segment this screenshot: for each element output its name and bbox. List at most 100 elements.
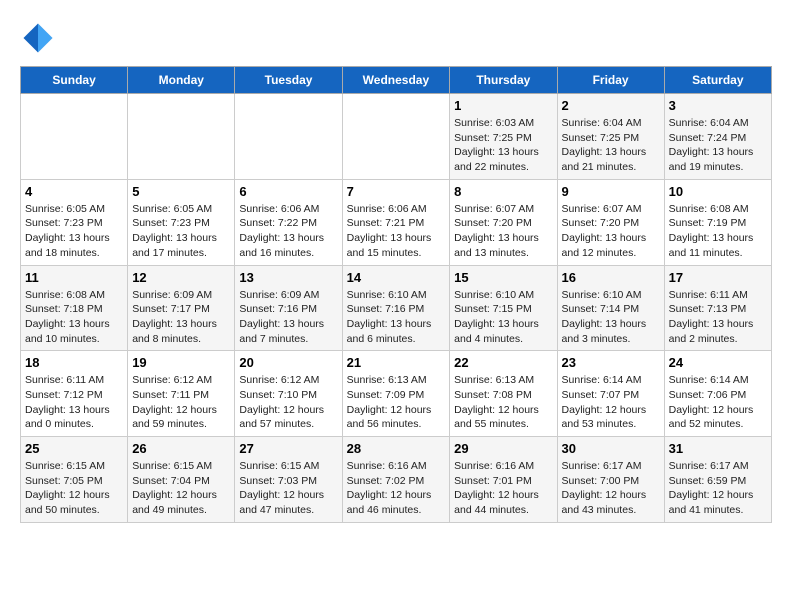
day-info: Sunrise: 6:06 AM Sunset: 7:22 PM Dayligh… xyxy=(239,202,337,261)
day-info: Sunrise: 6:05 AM Sunset: 7:23 PM Dayligh… xyxy=(25,202,123,261)
day-info: Sunrise: 6:04 AM Sunset: 7:24 PM Dayligh… xyxy=(669,116,767,175)
day-info: Sunrise: 6:04 AM Sunset: 7:25 PM Dayligh… xyxy=(562,116,660,175)
day-number: 28 xyxy=(347,441,446,456)
calendar-cell: 29Sunrise: 6:16 AM Sunset: 7:01 PM Dayli… xyxy=(450,437,557,523)
calendar-cell xyxy=(235,94,342,180)
day-info: Sunrise: 6:11 AM Sunset: 7:12 PM Dayligh… xyxy=(25,373,123,432)
weekday-header-friday: Friday xyxy=(557,67,664,94)
day-number: 26 xyxy=(132,441,230,456)
calendar-cell: 23 Sunrise: 6:14 AM Sunset: 7:07 PM Dayli… xyxy=(557,351,664,437)
calendar-cell: 3 Sunrise: 6:04 AM Sunset: 7:24 PM Daylig… xyxy=(664,94,771,180)
day-info: Sunrise: 6:15 AM Sunset: 7:05 PM Dayligh… xyxy=(25,459,123,518)
page-header xyxy=(20,20,772,56)
weekday-header-sunday: Sunday xyxy=(21,67,128,94)
calendar-cell: 7Sunrise: 6:06 AM Sunset: 7:21 PM Daylig… xyxy=(342,179,450,265)
day-number: 30 xyxy=(562,441,660,456)
calendar-cell: 9Sunrise: 6:07 AM Sunset: 7:20 PM Daylig… xyxy=(557,179,664,265)
calendar-cell: 30 Sunrise: 6:17 AM Sunset: 7:00 PM Dayli… xyxy=(557,437,664,523)
calendar-cell: 17 Sunrise: 6:11 AM Sunset: 7:13 PM Dayli… xyxy=(664,265,771,351)
calendar-cell: 10 Sunrise: 6:08 AM Sunset: 7:19 PM Dayli… xyxy=(664,179,771,265)
day-number: 2 xyxy=(562,98,660,113)
day-info: Sunrise: 6:11 AM Sunset: 7:13 PM Dayligh… xyxy=(669,288,767,347)
calendar-cell: 26 Sunrise: 6:15 AM Sunset: 7:04 PM Dayli… xyxy=(128,437,235,523)
day-info: Sunrise: 6:15 AM Sunset: 7:03 PM Dayligh… xyxy=(239,459,337,518)
day-number: 13 xyxy=(239,270,337,285)
calendar-cell: 6 Sunrise: 6:06 AM Sunset: 7:22 PM Daylig… xyxy=(235,179,342,265)
calendar-week-3: 18 Sunrise: 6:11 AM Sunset: 7:12 PM Dayli… xyxy=(21,351,772,437)
day-info: Sunrise: 6:14 AM Sunset: 7:06 PM Dayligh… xyxy=(669,373,767,432)
calendar-cell: 12 Sunrise: 6:09 AM Sunset: 7:17 PM Dayli… xyxy=(128,265,235,351)
day-info: Sunrise: 6:10 AM Sunset: 7:16 PM Dayligh… xyxy=(347,288,446,347)
day-number: 23 xyxy=(562,355,660,370)
day-number: 6 xyxy=(239,184,337,199)
calendar-cell: 2 Sunrise: 6:04 AM Sunset: 7:25 PM Daylig… xyxy=(557,94,664,180)
day-number: 25 xyxy=(25,441,123,456)
day-info: Sunrise: 6:10 AM Sunset: 7:15 PM Dayligh… xyxy=(454,288,552,347)
day-number: 12 xyxy=(132,270,230,285)
day-info: Sunrise: 6:12 AM Sunset: 7:11 PM Dayligh… xyxy=(132,373,230,432)
calendar-cell: 27Sunrise: 6:15 AM Sunset: 7:03 PM Dayli… xyxy=(235,437,342,523)
calendar-cell: 15 Sunrise: 6:10 AM Sunset: 7:15 PM Dayli… xyxy=(450,265,557,351)
day-info: Sunrise: 6:15 AM Sunset: 7:04 PM Dayligh… xyxy=(132,459,230,518)
day-info: Sunrise: 6:09 AM Sunset: 7:16 PM Dayligh… xyxy=(239,288,337,347)
day-info: Sunrise: 6:03 AM Sunset: 7:25 PM Dayligh… xyxy=(454,116,552,175)
logo xyxy=(20,20,62,56)
calendar-cell: 4 Sunrise: 6:05 AM Sunset: 7:23 PM Daylig… xyxy=(21,179,128,265)
weekday-header-monday: Monday xyxy=(128,67,235,94)
calendar-cell: 16 Sunrise: 6:10 AM Sunset: 7:14 PM Dayli… xyxy=(557,265,664,351)
day-number: 17 xyxy=(669,270,767,285)
day-info: Sunrise: 6:12 AM Sunset: 7:10 PM Dayligh… xyxy=(239,373,337,432)
calendar-cell: 20Sunrise: 6:12 AM Sunset: 7:10 PM Dayli… xyxy=(235,351,342,437)
day-number: 18 xyxy=(25,355,123,370)
calendar-cell: 31Sunrise: 6:17 AM Sunset: 6:59 PM Dayli… xyxy=(664,437,771,523)
calendar-cell xyxy=(21,94,128,180)
day-info: Sunrise: 6:08 AM Sunset: 7:18 PM Dayligh… xyxy=(25,288,123,347)
calendar-cell: 13 Sunrise: 6:09 AM Sunset: 7:16 PM Dayli… xyxy=(235,265,342,351)
day-number: 7 xyxy=(347,184,446,199)
day-number: 3 xyxy=(669,98,767,113)
day-info: Sunrise: 6:13 AM Sunset: 7:08 PM Dayligh… xyxy=(454,373,552,432)
day-number: 21 xyxy=(347,355,446,370)
day-info: Sunrise: 6:13 AM Sunset: 7:09 PM Dayligh… xyxy=(347,373,446,432)
calendar-cell: 5 Sunrise: 6:05 AM Sunset: 7:23 PM Daylig… xyxy=(128,179,235,265)
day-info: Sunrise: 6:14 AM Sunset: 7:07 PM Dayligh… xyxy=(562,373,660,432)
weekday-header-wednesday: Wednesday xyxy=(342,67,450,94)
calendar-cell: 25 Sunrise: 6:15 AM Sunset: 7:05 PM Dayli… xyxy=(21,437,128,523)
calendar-cell xyxy=(128,94,235,180)
weekday-header-tuesday: Tuesday xyxy=(235,67,342,94)
day-info: Sunrise: 6:09 AM Sunset: 7:17 PM Dayligh… xyxy=(132,288,230,347)
calendar-cell: 28 Sunrise: 6:16 AM Sunset: 7:02 PM Dayli… xyxy=(342,437,450,523)
calendar-week-2: 11 Sunrise: 6:08 AM Sunset: 7:18 PM Dayli… xyxy=(21,265,772,351)
day-info: Sunrise: 6:17 AM Sunset: 7:00 PM Dayligh… xyxy=(562,459,660,518)
logo-icon xyxy=(20,20,56,56)
weekday-header-saturday: Saturday xyxy=(664,67,771,94)
day-info: Sunrise: 6:10 AM Sunset: 7:14 PM Dayligh… xyxy=(562,288,660,347)
day-info: Sunrise: 6:16 AM Sunset: 7:01 PM Dayligh… xyxy=(454,459,552,518)
day-number: 11 xyxy=(25,270,123,285)
day-number: 31 xyxy=(669,441,767,456)
day-number: 5 xyxy=(132,184,230,199)
calendar-cell xyxy=(342,94,450,180)
day-number: 16 xyxy=(562,270,660,285)
calendar-week-0: 1 Sunrise: 6:03 AM Sunset: 7:25 PM Daylig… xyxy=(21,94,772,180)
day-info: Sunrise: 6:08 AM Sunset: 7:19 PM Dayligh… xyxy=(669,202,767,261)
day-number: 1 xyxy=(454,98,552,113)
calendar-cell: 22 Sunrise: 6:13 AM Sunset: 7:08 PM Dayli… xyxy=(450,351,557,437)
day-info: Sunrise: 6:05 AM Sunset: 7:23 PM Dayligh… xyxy=(132,202,230,261)
day-info: Sunrise: 6:07 AM Sunset: 7:20 PM Dayligh… xyxy=(454,202,552,261)
day-number: 22 xyxy=(454,355,552,370)
day-number: 10 xyxy=(669,184,767,199)
calendar-cell: 11 Sunrise: 6:08 AM Sunset: 7:18 PM Dayli… xyxy=(21,265,128,351)
day-number: 15 xyxy=(454,270,552,285)
calendar-week-1: 4 Sunrise: 6:05 AM Sunset: 7:23 PM Daylig… xyxy=(21,179,772,265)
calendar-cell: 21 Sunrise: 6:13 AM Sunset: 7:09 PM Dayli… xyxy=(342,351,450,437)
weekday-header-thursday: Thursday xyxy=(450,67,557,94)
day-info: Sunrise: 6:16 AM Sunset: 7:02 PM Dayligh… xyxy=(347,459,446,518)
day-number: 24 xyxy=(669,355,767,370)
day-info: Sunrise: 6:07 AM Sunset: 7:20 PM Dayligh… xyxy=(562,202,660,261)
calendar-cell: 14 Sunrise: 6:10 AM Sunset: 7:16 PM Dayli… xyxy=(342,265,450,351)
day-number: 4 xyxy=(25,184,123,199)
calendar-cell: 18 Sunrise: 6:11 AM Sunset: 7:12 PM Dayli… xyxy=(21,351,128,437)
day-number: 14 xyxy=(347,270,446,285)
calendar-cell: 8Sunrise: 6:07 AM Sunset: 7:20 PM Daylig… xyxy=(450,179,557,265)
